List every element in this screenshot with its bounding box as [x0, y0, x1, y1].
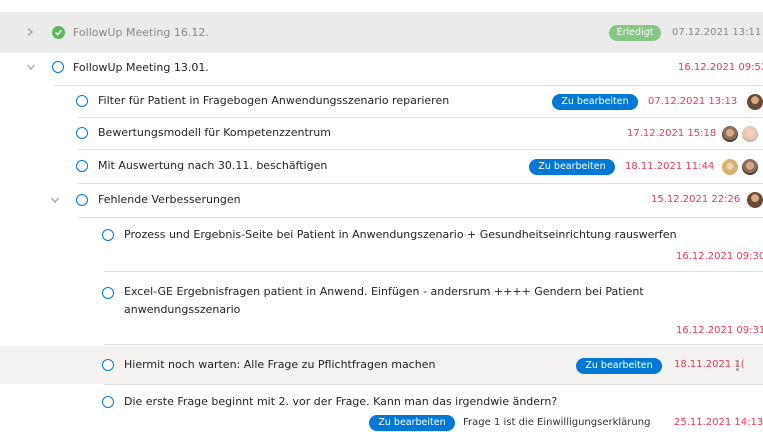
task-title[interactable]: Prozess und Ergebnis-Seite bei Patient i… — [124, 227, 677, 242]
circle-icon[interactable] — [76, 194, 88, 206]
task-row-filter[interactable]: Filter für Patient in Fragebogen Anwendu… — [0, 86, 763, 117]
task-row-auswertung[interactable]: Mit Auswertung nach 30.11. beschäftigen … — [0, 150, 763, 183]
avatar[interactable] — [742, 126, 758, 142]
status-badge[interactable]: Erledigt — [609, 25, 661, 41]
status-badge[interactable]: Zu bearbeiten — [552, 94, 638, 110]
circle-icon[interactable] — [102, 396, 114, 408]
chevron-right-icon[interactable] — [24, 26, 36, 38]
task-row-erste-frage[interactable]: Die erste Frage beginnt mit 2. vor der F… — [0, 386, 763, 432]
task-row-hiermit[interactable]: Hiermit noch warten: Alle Frage zu Pflic… — [0, 346, 763, 384]
task-title[interactable]: Hiermit noch warten: Alle Frage zu Pflic… — [124, 357, 435, 372]
due-date: 17.12.2021 15:18 — [627, 128, 717, 139]
more-vertical-icon[interactable] — [736, 360, 739, 371]
circle-icon[interactable] — [102, 229, 114, 241]
due-date: 16.12.2021 09:52 — [678, 62, 763, 73]
avatar[interactable] — [722, 159, 738, 175]
status-badge[interactable]: Zu bearbeiten — [576, 358, 662, 374]
status-badge[interactable]: Zu bearbeiten — [529, 159, 615, 175]
circle-icon[interactable] — [102, 359, 114, 371]
circle-icon[interactable] — [102, 287, 114, 299]
due-date: 16.12.2021 09:31 — [676, 325, 763, 336]
row-divider — [104, 384, 763, 385]
task-row-prozess[interactable]: Prozess und Ergebnis-Seite bei Patient i… — [0, 218, 763, 271]
task-title[interactable]: Die erste Frage beginnt mit 2. vor der F… — [124, 394, 557, 409]
due-date: 25.11.2021 14:13 — [674, 417, 763, 428]
task-list: FollowUp Meeting 16.12. Erledigt 07.12.2… — [0, 0, 763, 432]
task-row-bewertungsmodell[interactable]: Bewertungsmodell für Kompetenzzentrum 17… — [0, 118, 763, 149]
task-title[interactable]: FollowUp Meeting 13.01. — [73, 60, 209, 75]
due-date: 07.12.2021 13:13 — [648, 96, 738, 107]
circle-icon[interactable] — [76, 160, 88, 172]
task-row-followup-1301[interactable]: FollowUp Meeting 13.01. 16.12.2021 09:52 — [0, 53, 763, 84]
chevron-down-icon[interactable] — [25, 61, 37, 73]
status-badge[interactable]: Zu bearbeiten — [369, 415, 455, 431]
task-title[interactable]: Bewertungsmodell für Kompetenzzentrum — [98, 125, 331, 140]
check-circle-icon[interactable] — [52, 26, 65, 39]
circle-icon[interactable] — [52, 61, 64, 73]
circle-icon[interactable] — [76, 95, 88, 107]
row-divider — [104, 344, 763, 345]
top-strip — [0, 0, 763, 9]
avatar[interactable] — [747, 192, 763, 208]
due-date: 16.12.2021 09:30 — [676, 251, 763, 262]
task-title[interactable]: Excel-GE Ergebnisfragen patient in Anwen… — [124, 283, 714, 319]
due-date: 18.11.2021 11:44 — [625, 161, 715, 172]
due-date: 18.11.2021 1( — [674, 359, 745, 370]
due-date: 15.12.2021 22:26 — [651, 194, 741, 205]
task-title[interactable]: Mit Auswertung nach 30.11. beschäftigen — [98, 158, 327, 173]
avatar[interactable] — [742, 159, 758, 175]
task-note: Frage 1 ist die Einwilligungserklärung — [463, 417, 651, 428]
circle-icon[interactable] — [76, 127, 88, 139]
chevron-down-icon[interactable] — [49, 194, 61, 206]
task-title[interactable]: FollowUp Meeting 16.12. — [73, 25, 209, 40]
avatar[interactable] — [722, 126, 738, 142]
task-title[interactable]: Fehlende Verbesserungen — [98, 192, 241, 207]
due-date: 07.12.2021 13:11 — [672, 27, 762, 38]
task-row-excel-ge[interactable]: Excel-GE Ergebnisfragen patient in Anwen… — [0, 272, 763, 344]
avatar[interactable] — [747, 94, 763, 110]
task-row-followup-1612[interactable]: FollowUp Meeting 16.12. Erledigt 07.12.2… — [0, 12, 763, 53]
task-title[interactable]: Filter für Patient in Fragebogen Anwendu… — [98, 93, 449, 108]
task-row-fehlende-verbesserungen[interactable]: Fehlende Verbesserungen 15.12.2021 22:26 — [0, 184, 763, 217]
